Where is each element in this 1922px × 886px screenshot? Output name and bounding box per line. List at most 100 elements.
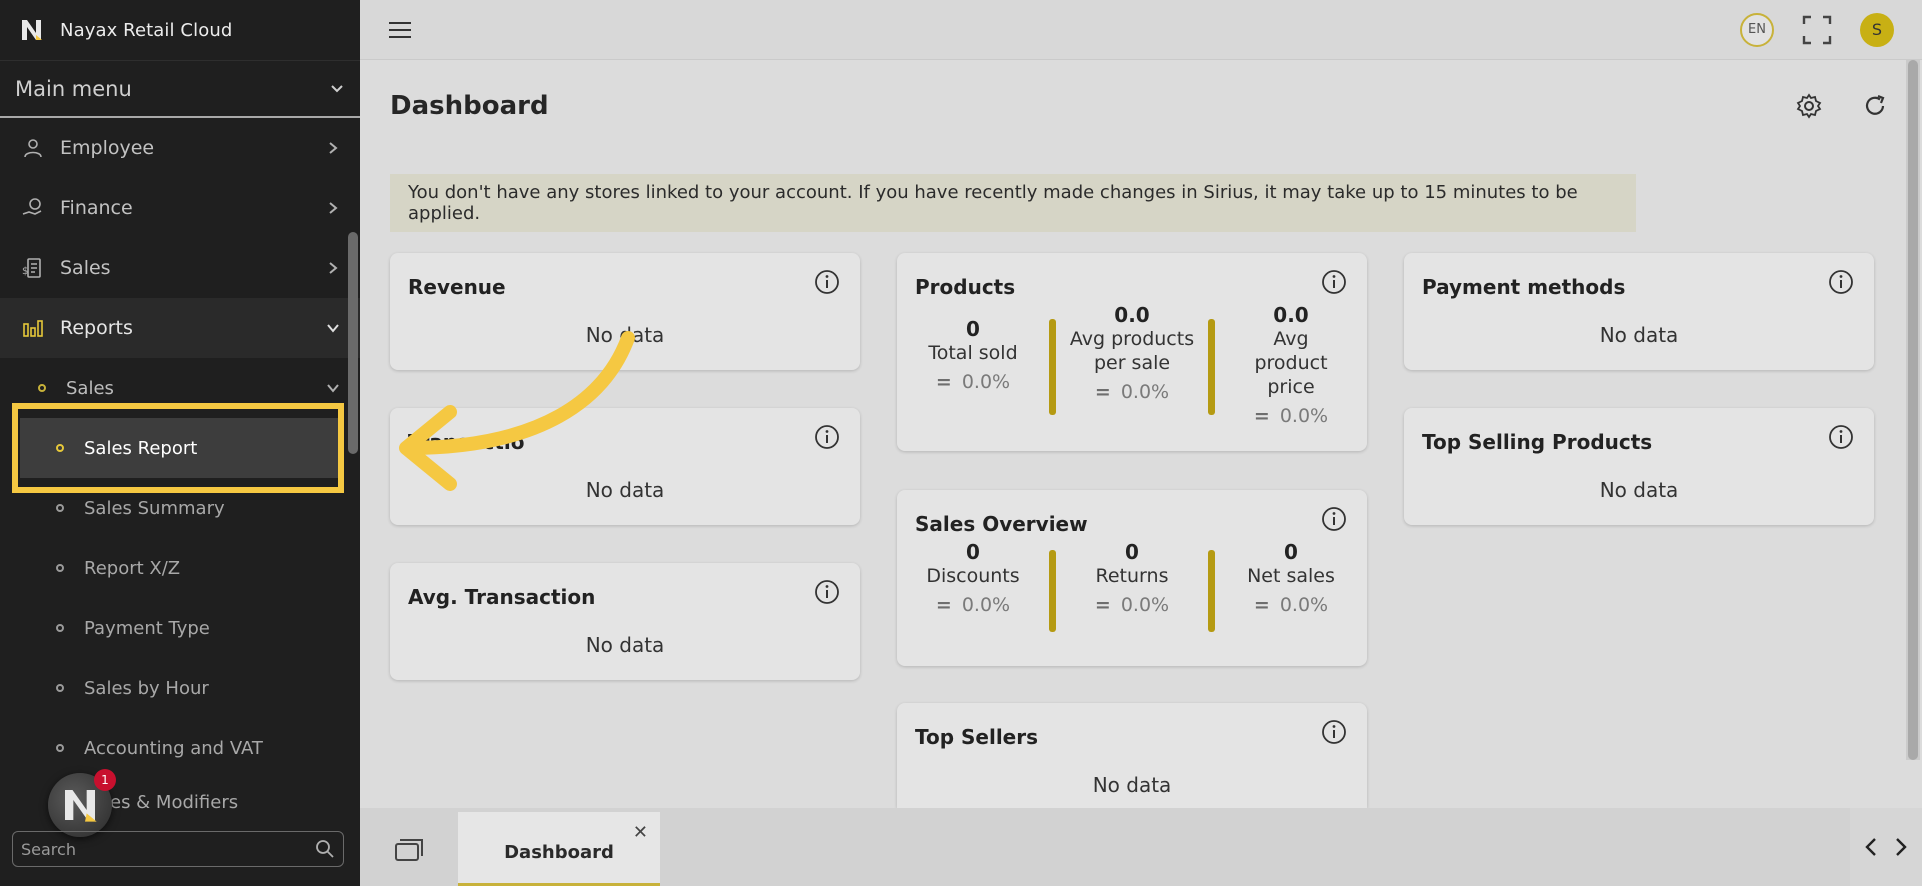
windows-icon[interactable] (394, 838, 424, 862)
refresh-icon[interactable] (1862, 93, 1888, 119)
sidebar: Nayax Retail Cloud Main menu Employee Fi… (0, 0, 360, 886)
search-input[interactable] (21, 839, 315, 859)
sidebar-subitem-report-xz[interactable]: Report X/Z (0, 538, 360, 598)
stat-value: 0 (966, 540, 980, 564)
sidebar-item-label: Sales (60, 257, 111, 279)
card-title: Avg. Transaction (408, 585, 596, 609)
close-icon[interactable]: ✕ (633, 822, 648, 843)
no-data-text: No data (1092, 773, 1172, 797)
stat-value: 0.0 (1114, 303, 1150, 327)
stat-label: Avg product price (1254, 328, 1328, 398)
info-icon[interactable] (814, 424, 840, 450)
card-title: Revenue (408, 275, 506, 299)
stat-change: = 0.0% (935, 371, 1011, 393)
page-header: Dashboard (360, 60, 1922, 152)
sidebar-item-sales[interactable]: $ Sales (0, 238, 360, 298)
chevron-down-icon (327, 324, 339, 333)
stat-change: = 0.0% (1253, 594, 1329, 616)
fullscreen-icon[interactable] (1802, 15, 1832, 45)
no-data-text: No data (1599, 478, 1679, 502)
main-area: EN S Dashboard You don't have any stores… (360, 0, 1922, 886)
sidebar-subitem-sales-report[interactable]: Sales Report (20, 418, 340, 478)
sidebar-subitem-sales-summary[interactable]: Sales Summary (0, 478, 360, 538)
sidebar-item-finance[interactable]: Finance (0, 178, 360, 238)
hamburger-menu-icon[interactable] (388, 20, 412, 40)
info-icon[interactable] (1828, 269, 1854, 295)
bullet-icon (56, 684, 64, 692)
sidebar-subitem-accounting-vat[interactable]: Accounting and VAT (0, 718, 360, 778)
sidebar-item-employee[interactable]: Employee (0, 118, 360, 178)
sidebar-item-label: Finance (60, 197, 133, 219)
reports-icon (20, 315, 46, 341)
sidebar-subitem-sales-by-hour[interactable]: Sales by Hour (0, 658, 360, 718)
info-icon[interactable] (1321, 269, 1347, 295)
search-icon[interactable] (315, 839, 335, 859)
stat-total-sold: 0 Total sold = 0.0% (897, 303, 1049, 427)
stat-separator (1049, 319, 1056, 415)
sales-overview-stats: 0 Discounts = 0.0% 0 Returns = 0.0% 0 Net … (897, 540, 1367, 632)
sidebar-subitem-label: Sales Report (84, 437, 198, 459)
sidebar-subitem-label: Report X/Z (84, 557, 181, 579)
products-stats: 0 Total sold = 0.0% 0.0 Avg products per … (897, 303, 1367, 427)
nayax-assistant-button[interactable]: 1 (48, 769, 116, 837)
info-icon[interactable] (1321, 506, 1347, 532)
stat-label: Net sales (1247, 565, 1335, 587)
app-name: Nayax Retail Cloud (60, 19, 233, 41)
stat-separator (1208, 319, 1215, 415)
stat-avg-products-per-sale: 0.0 Avg products per sale = 0.0% (1056, 303, 1208, 427)
equal-icon: = (935, 371, 952, 393)
sidebar-subitem-label: Payment Type (84, 617, 210, 639)
no-data-text: No data (1599, 323, 1679, 347)
info-icon[interactable] (1828, 424, 1854, 450)
tab-dashboard[interactable]: Dashboard ✕ (458, 812, 660, 886)
card-title: Sales Overview (915, 512, 1088, 536)
bullet-icon (56, 444, 64, 452)
card-title: Products (915, 275, 1016, 299)
topbar: EN S (360, 0, 1922, 60)
sales-icon: $ (20, 255, 46, 281)
chevron-down-icon (331, 84, 343, 92)
nayax-logo-icon (22, 20, 42, 40)
language-button[interactable]: EN (1740, 12, 1774, 47)
sales-overview-card: Sales Overview 0 Discounts = 0.0% 0 Retur… (897, 490, 1367, 666)
tab-label: Dashboard (504, 842, 614, 863)
stat-separator (1208, 550, 1215, 632)
info-icon[interactable] (814, 579, 840, 605)
gear-icon[interactable] (1796, 93, 1822, 119)
stat-avg-product-price: 0.0 Avg product price = 0.0% (1215, 303, 1367, 427)
brand[interactable]: Nayax Retail Cloud (0, 0, 360, 60)
sidebar-subitem-label: Accounting and VAT (84, 737, 263, 759)
avatar[interactable]: S (1860, 12, 1894, 47)
chevron-left-icon[interactable] (1864, 837, 1878, 857)
stat-returns: 0 Returns = 0.0% (1056, 540, 1208, 632)
notification-badge: 1 (94, 769, 116, 791)
sidebar-subitem-payment-type[interactable]: Payment Type (0, 598, 360, 658)
sidebar-subitem-label: Sales by Hour (84, 677, 209, 699)
sidebar-item-reports[interactable]: Reports (0, 298, 360, 358)
top-selling-products-card: Top Selling Products No data (1404, 408, 1874, 525)
finance-icon (20, 195, 46, 221)
equal-icon: = (1253, 594, 1270, 616)
stat-value: 0 (966, 317, 980, 341)
info-icon[interactable] (1321, 719, 1347, 745)
equal-icon: = (1094, 381, 1111, 403)
stat-change: = 0.0% (1094, 594, 1170, 616)
bullet-icon (56, 564, 64, 572)
sidebar-scrollbar[interactable] (348, 232, 358, 454)
sidebar-subitem-label: es & Modifiers (110, 791, 239, 813)
sidebar-search[interactable] (12, 831, 344, 867)
stat-value: 0 (1125, 540, 1139, 564)
sidebar-subitem-sales[interactable]: Sales (0, 358, 360, 418)
main-menu-toggle[interactable]: Main menu (0, 60, 360, 118)
main-scrollbar[interactable] (1906, 60, 1920, 760)
stat-label: Total sold (928, 342, 1018, 364)
stat-label: Discounts (926, 565, 1020, 587)
equal-icon: = (1253, 405, 1270, 427)
chevron-right-icon[interactable] (1894, 837, 1908, 857)
chevron-right-icon (329, 202, 338, 214)
employee-icon (20, 135, 46, 161)
topbar-actions: EN S (1740, 12, 1894, 47)
equal-icon: = (935, 594, 952, 616)
info-icon[interactable] (814, 269, 840, 295)
scrollbar-thumb[interactable] (1908, 60, 1918, 760)
